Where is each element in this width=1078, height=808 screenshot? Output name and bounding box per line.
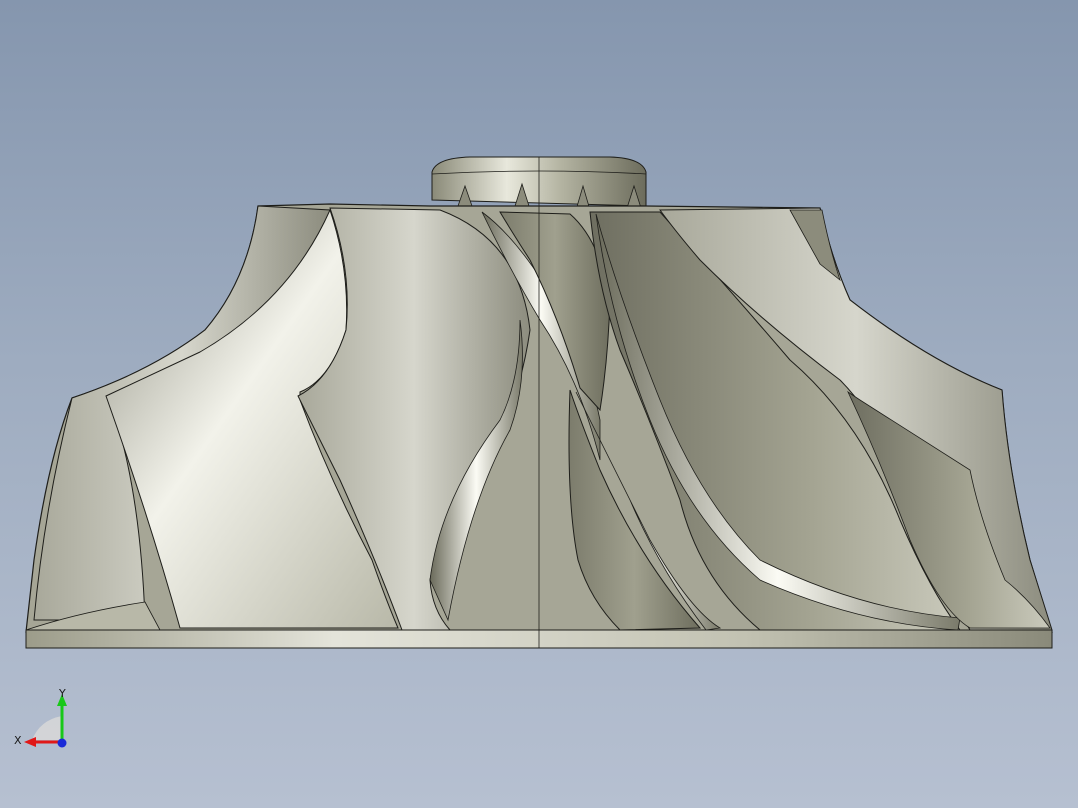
triad-plane-shade [32, 716, 62, 740]
x-axis-arrowhead [24, 737, 36, 747]
graphics-viewport[interactable]: Y X [0, 0, 1078, 808]
y-axis-label: Y [58, 687, 66, 700]
orientation-triad[interactable]: Y X [12, 686, 82, 756]
x-axis-label: X [14, 734, 22, 747]
impeller-model[interactable] [0, 0, 1078, 808]
z-axis-dot [57, 738, 67, 748]
